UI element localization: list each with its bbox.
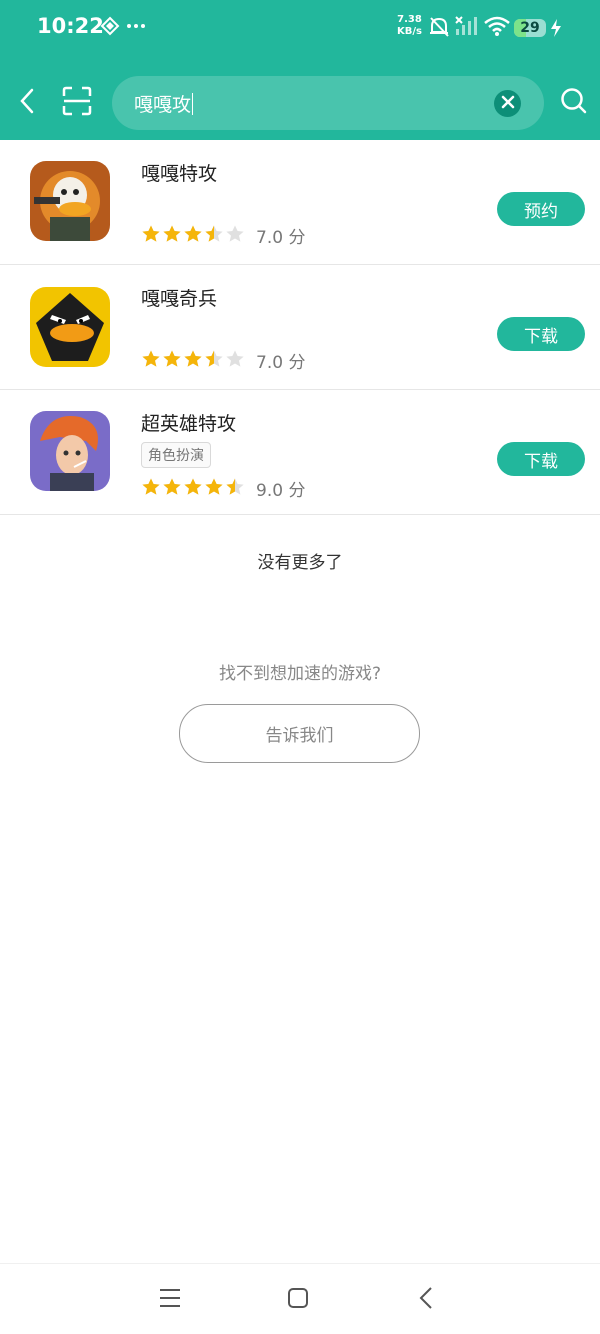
genre-tag: 角色扮演 [141,442,211,468]
back-button[interactable] [12,84,42,122]
search-icon [560,87,588,119]
back-nav-icon [418,1286,434,1314]
clear-icon [501,94,515,113]
app-name: 嘎嘎奇兵 [141,288,218,310]
star-icon [225,477,246,501]
star-icon [183,224,204,248]
angry-duck-icon [30,287,110,367]
download-button[interactable]: 下载 [497,442,585,476]
menu-button[interactable] [150,1280,190,1320]
status-bar: 10:22 7.38 KB/s 29 [0,0,600,56]
tell-us-button[interactable]: 告诉我们 [179,704,420,763]
star-icon [225,224,246,248]
star-icon [141,477,162,501]
star-icon [183,477,204,501]
search-query: 嘎嘎攻 [134,94,192,116]
system-nav-bar [0,1263,600,1334]
rating-stars: 7.0 分 [141,223,305,248]
rating-stars: 7.0 分 [141,348,305,373]
status-time: 10:22 [37,14,104,38]
home-icon [287,1287,309,1313]
signal-icon [454,15,478,41]
app-name: 超英雄特攻 [141,413,237,435]
net-speed-value: 7.38 [397,14,422,25]
star-icon [162,224,183,248]
battery-level: 29 [520,20,540,36]
diamond-icon [100,16,120,41]
search-toolbar: 嘎嘎攻 [0,72,600,134]
back-nav-button[interactable] [406,1280,446,1320]
clear-button[interactable] [494,90,521,117]
rating-stars: 9.0 分 [141,476,305,501]
app-header: 10:22 7.38 KB/s 29 嘎嘎攻 [0,0,600,140]
home-button[interactable] [278,1280,318,1320]
battery-indicator: 29 [514,19,546,37]
result-list: 嘎嘎特攻 7.0 分 预约 嘎嘎奇兵 7.0 分 下载 超英雄特攻 角色扮演 9… [0,140,600,515]
cant-find-text: 找不到想加速的游戏? [218,664,382,684]
star-icon [141,349,162,373]
net-speed: 7.38 KB/s [397,14,422,38]
result-row[interactable]: 超英雄特攻 角色扮演 9.0 分 下载 [0,390,600,515]
star-icon [162,477,183,501]
score: 7.0 分 [256,353,306,373]
star-icon [204,224,225,248]
app-name: 嘎嘎特攻 [141,163,218,185]
download-button[interactable]: 下载 [497,317,585,351]
hero-girl-icon [30,411,110,491]
result-row[interactable]: 嘎嘎特攻 7.0 分 预约 [0,140,600,265]
star-icon [141,224,162,248]
star-icon [162,349,183,373]
more-dots-icon [126,18,146,38]
star-icon [183,349,204,373]
scan-button[interactable] [58,84,96,122]
search-button[interactable] [556,84,592,122]
duck-soldier-icon [30,161,110,241]
score: 7.0 分 [256,228,306,248]
scan-icon [61,85,93,121]
charging-icon [550,18,562,42]
score: 9.0 分 [256,481,306,501]
text-caret [192,93,194,115]
wifi-icon [484,16,510,40]
no-more-text: 没有更多了 [257,553,343,573]
reserve-button[interactable]: 预约 [497,192,585,226]
menu-icon [158,1287,182,1313]
mute-bell-icon [428,15,450,43]
star-icon [204,349,225,373]
search-input[interactable]: 嘎嘎攻 [112,76,544,130]
star-icon [225,349,246,373]
result-row[interactable]: 嘎嘎奇兵 7.0 分 下载 [0,265,600,390]
star-icon [204,477,225,501]
back-icon [18,88,36,118]
net-speed-unit: KB/s [397,26,422,37]
